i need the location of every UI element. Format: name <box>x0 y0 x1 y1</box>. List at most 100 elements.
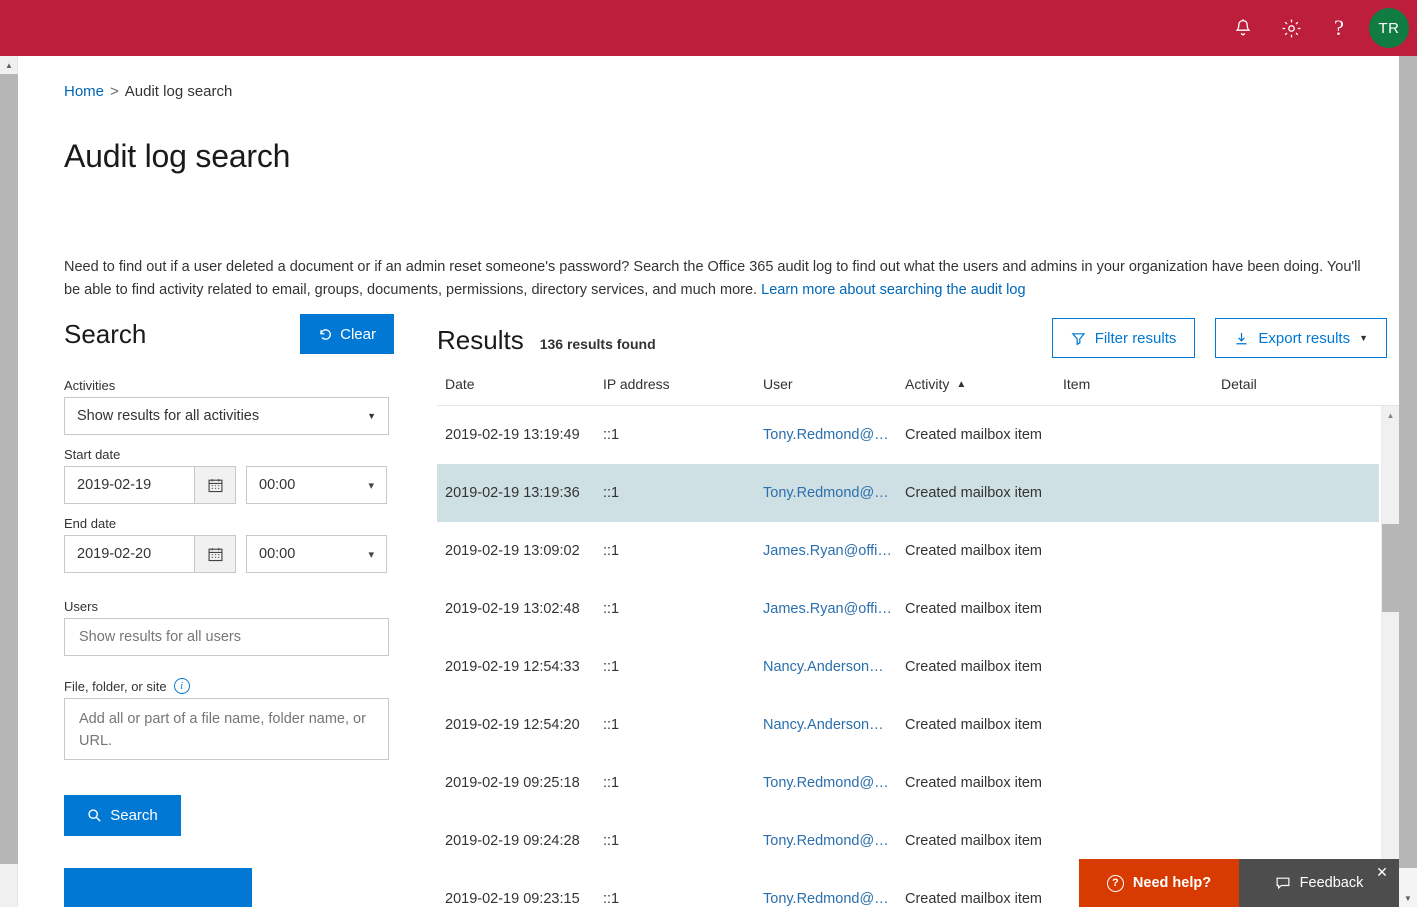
table-cell-user[interactable]: James.Ryan@offi… <box>763 543 905 559</box>
column-header-ip-address[interactable]: IP address <box>603 374 763 392</box>
table-row[interactable]: 2019-02-19 13:19:36::1 Tony.Redmond@… Crea… <box>437 464 1379 522</box>
table-cell-date: 2019-02-19 13:09:02 <box>445 543 580 559</box>
table-cell-activity: Created mailbox item <box>905 833 1042 849</box>
table-cell-date: 2019-02-19 12:54:20 <box>445 717 580 733</box>
learn-more-link[interactable]: Learn more about searching the audit log <box>761 282 1025 298</box>
users-label-text: Users <box>64 599 98 614</box>
search-panel-header: Search Clear <box>64 314 394 366</box>
calendar-icon <box>208 547 222 561</box>
scrollbar-thumb[interactable] <box>0 74 18 864</box>
activities-dropdown[interactable]: Show results for all activities ▼ <box>64 397 389 435</box>
start-date-input[interactable]: 2019-02-19 <box>64 466 194 504</box>
breadcrumb: Home > Audit log search <box>64 83 232 100</box>
filter-results-label: Filter results <box>1094 329 1177 347</box>
export-results-label: Export results <box>1258 329 1351 347</box>
reset-icon <box>320 328 332 340</box>
table-row[interactable]: 2019-02-19 13:02:48::1 James.Ryan@offi… Cr… <box>437 580 1379 638</box>
filter-results-button[interactable]: Filter results <box>1051 318 1196 358</box>
speech-bubble-icon <box>1276 877 1290 890</box>
need-help-button[interactable]: ? Need help? <box>1079 859 1239 907</box>
file-folder-site-input[interactable] <box>64 698 389 760</box>
table-cell-ip: ::1 <box>603 485 620 501</box>
table-cell-user[interactable]: Nancy.Anderson… <box>763 717 905 733</box>
search-heading: Search <box>64 319 147 349</box>
users-input[interactable] <box>64 618 389 656</box>
search-button[interactable]: Search <box>64 795 181 836</box>
table-cell-activity: Created mailbox item <box>905 427 1042 443</box>
table-row[interactable]: 2019-02-19 12:54:20::1 Nancy.Anderson… Cre… <box>437 696 1379 754</box>
table-cell-date: 2019-02-19 09:23:15 <box>445 891 580 907</box>
table-cell-date: 2019-02-19 13:19:36 <box>445 485 580 501</box>
table-cell-user[interactable]: Tony.Redmond@… <box>763 427 905 443</box>
scrollbar-thumb[interactable] <box>1382 524 1399 612</box>
table-cell-ip: ::1 <box>603 891 620 907</box>
end-date-value: 2019-02-20 <box>77 546 152 562</box>
table-row[interactable]: 2019-02-19 12:54:33::1 Nancy.Anderson… Cre… <box>437 638 1379 696</box>
table-cell-user[interactable]: Tony.Redmond@… <box>763 833 905 849</box>
table-cell-date: 2019-02-19 13:19:49 <box>445 427 580 443</box>
column-header-detail[interactable]: Detail <box>1221 374 1371 392</box>
column-header-item[interactable]: Item <box>1063 374 1221 392</box>
question-icon[interactable]: ? <box>1315 4 1363 52</box>
download-icon <box>1236 332 1247 344</box>
end-time-dropdown[interactable]: 00:00 ▾ <box>246 535 387 573</box>
column-header-ip-address-label: IP address <box>603 376 670 392</box>
start-time-value: 00:00 <box>259 477 296 493</box>
table-cell-ip: ::1 <box>603 775 620 791</box>
table-cell-user[interactable]: Tony.Redmond@… <box>763 775 905 791</box>
info-icon[interactable]: i <box>173 678 190 694</box>
suite-bar: ? TR <box>0 0 1417 56</box>
start-time-dropdown[interactable]: 00:00 ▾ <box>246 466 387 504</box>
results-heading-row: Results 136 results found Filter results… <box>437 314 1387 366</box>
table-row[interactable]: 2019-02-19 13:19:49::1 Tony.Redmond@… Crea… <box>437 406 1379 464</box>
gear-icon[interactable] <box>1267 4 1315 52</box>
table-cell-activity: Created mailbox item <box>905 601 1042 617</box>
end-time-value: 00:00 <box>259 546 296 562</box>
chevron-down-icon: ▾ <box>368 548 374 561</box>
results-table-scrollbar[interactable]: ▲ <box>1381 406 1399 907</box>
sort-ascending-icon: ▲ <box>956 378 967 390</box>
start-date-value: 2019-02-19 <box>77 477 152 493</box>
column-header-date-label: Date <box>445 376 475 392</box>
breadcrumb-home-link[interactable]: Home <box>64 83 104 100</box>
export-results-button[interactable]: Export results ▼ <box>1215 318 1387 358</box>
start-date-calendar-button[interactable] <box>194 466 236 504</box>
avatar-initials: TR <box>1378 19 1400 37</box>
calendar-icon <box>208 478 222 492</box>
scroll-up-icon[interactable]: ▲ <box>0 56 18 74</box>
results-table-header: Date IP address User Activity ▲ Item Det… <box>437 374 1399 406</box>
feedback-label: Feedback <box>1299 875 1364 891</box>
column-header-user[interactable]: User <box>763 374 905 392</box>
breadcrumb-separator: > <box>110 83 119 100</box>
table-cell-user[interactable]: James.Ryan@offi… <box>763 601 905 617</box>
table-cell-user[interactable]: Tony.Redmond@… <box>763 485 905 501</box>
page-scrollbar-left[interactable]: ▲ <box>0 56 18 907</box>
column-header-date[interactable]: Date <box>445 374 603 392</box>
feedback-button[interactable]: Feedback ✕ <box>1239 859 1399 907</box>
scroll-up-icon[interactable]: ▲ <box>1382 406 1399 424</box>
results-count: 136 results found <box>539 336 656 352</box>
scroll-down-icon[interactable]: ▼ <box>1399 889 1417 907</box>
bell-icon[interactable] <box>1219 4 1267 52</box>
table-cell-date: 2019-02-19 12:54:33 <box>445 659 580 675</box>
table-cell-user[interactable]: Nancy.Anderson… <box>763 659 905 675</box>
page-scrollbar-right[interactable]: ▼ <box>1399 56 1417 907</box>
end-date-input[interactable]: 2019-02-20 <box>64 535 194 573</box>
avatar[interactable]: TR <box>1369 8 1409 48</box>
file-folder-site-label-text: File, folder, or site <box>64 678 167 694</box>
page-description-text: Need to find out if a user deleted a doc… <box>64 259 1361 298</box>
table-row[interactable]: 2019-02-19 13:09:02::1 James.Ryan@offi… Cr… <box>437 522 1379 580</box>
clear-button[interactable]: Clear <box>300 314 394 354</box>
end-date-calendar-button[interactable] <box>194 535 236 573</box>
page-description: Need to find out if a user deleted a doc… <box>64 256 1379 302</box>
secondary-action-button[interactable] <box>64 868 252 907</box>
users-label: Users <box>64 599 394 614</box>
scrollbar-thumb[interactable] <box>1399 56 1417 868</box>
table-cell-user[interactable]: Tony.Redmond@… <box>763 891 905 907</box>
results-table-body: 2019-02-19 13:19:49::1 Tony.Redmond@… Crea… <box>437 406 1379 907</box>
column-header-activity[interactable]: Activity ▲ <box>905 374 1063 392</box>
end-date-label-text: End date <box>64 516 117 531</box>
table-row[interactable]: 2019-02-19 09:25:18::1 Tony.Redmond@… Crea… <box>437 754 1379 812</box>
table-cell-ip: ::1 <box>603 717 620 733</box>
close-icon[interactable]: ✕ <box>1373 863 1391 881</box>
